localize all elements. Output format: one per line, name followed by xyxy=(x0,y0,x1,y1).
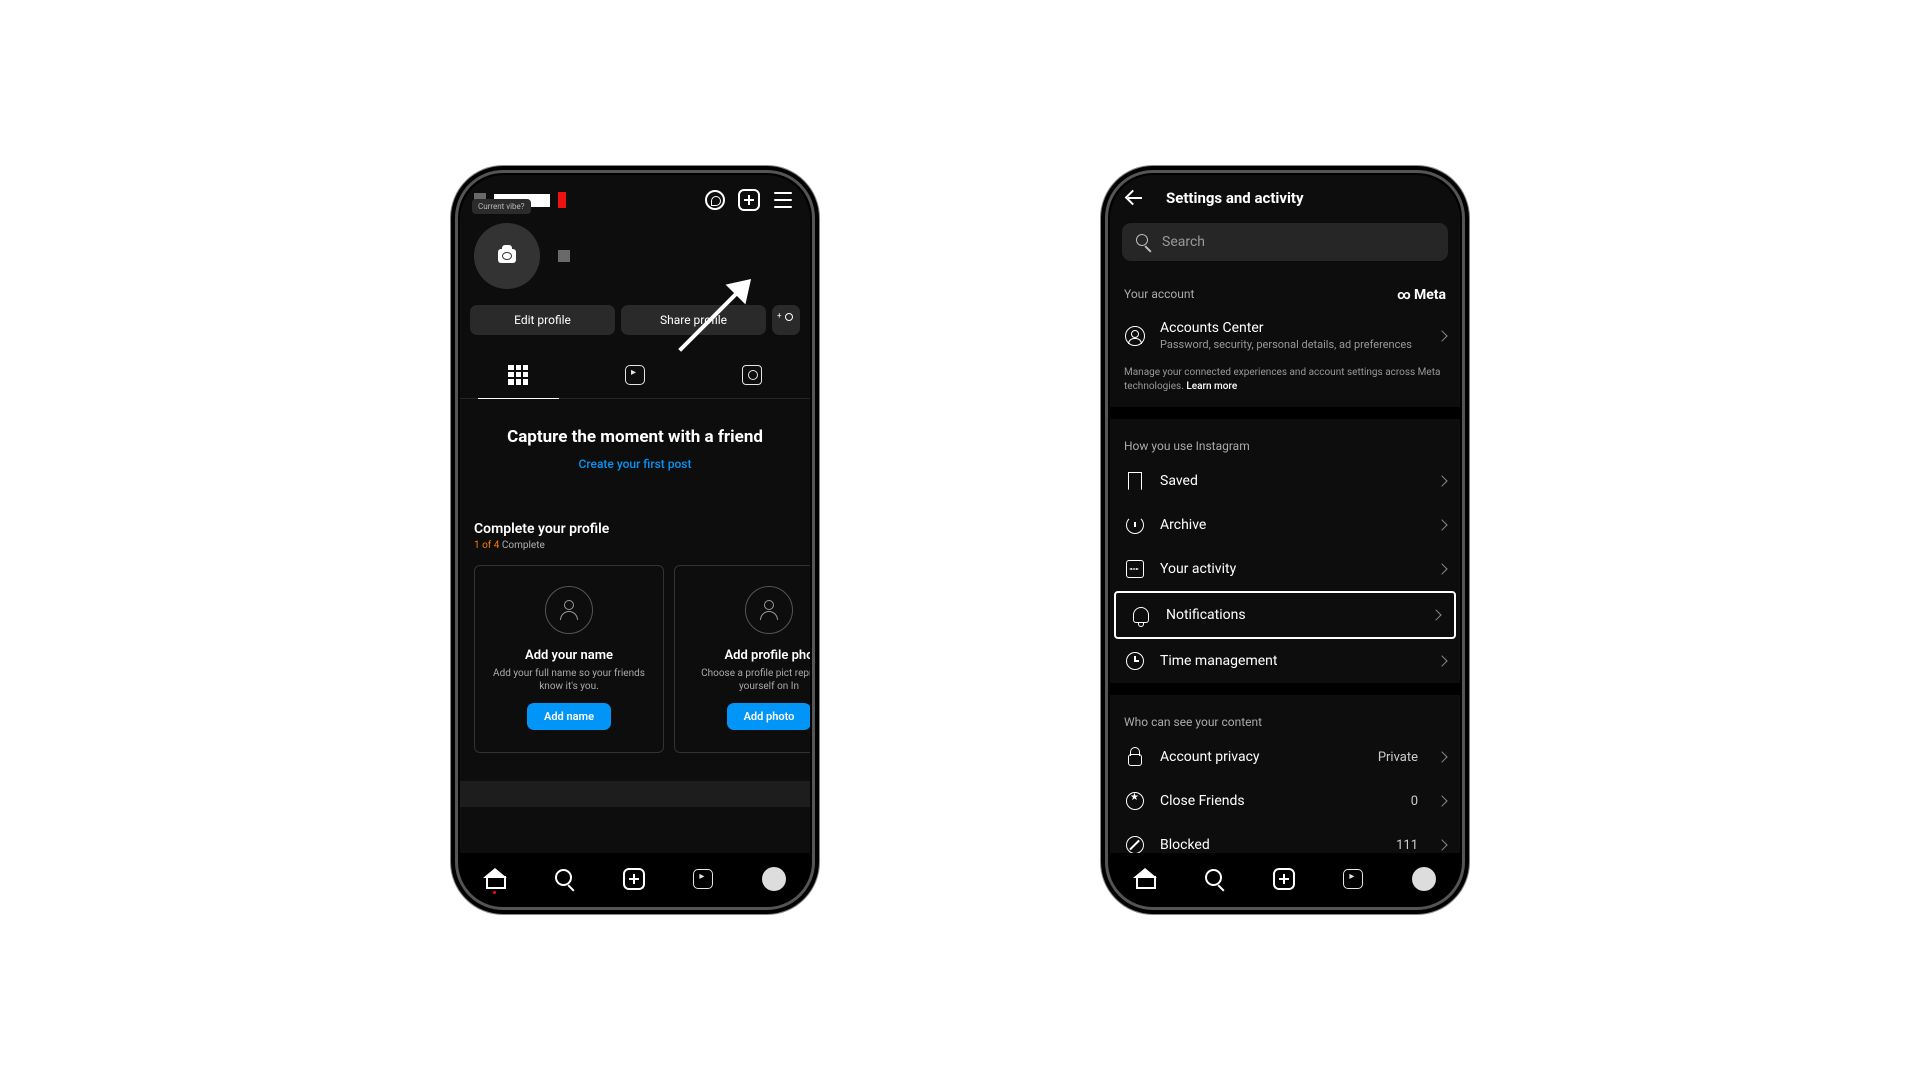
notify-badge xyxy=(558,192,566,208)
chevron-right-icon xyxy=(1436,839,1447,850)
separator-band xyxy=(460,781,810,807)
add-photo-button[interactable]: Add photo xyxy=(727,703,810,730)
card-desc: Add your full name so your friends know … xyxy=(485,667,653,693)
redacted-square xyxy=(558,250,570,262)
bottom-nav xyxy=(460,853,810,905)
star-circle-icon xyxy=(1126,792,1144,810)
learn-more-link[interactable]: Learn more xyxy=(1186,381,1237,392)
search-icon xyxy=(1136,234,1152,250)
threads-icon[interactable] xyxy=(702,187,728,213)
row-saved[interactable]: Saved xyxy=(1110,459,1460,503)
chevron-right-icon xyxy=(1430,609,1441,620)
search-input[interactable]: Search xyxy=(1122,223,1448,261)
nav-search-icon[interactable] xyxy=(555,869,575,889)
add-name-button[interactable]: Add name xyxy=(527,703,611,730)
row-your-activity[interactable]: Your activity xyxy=(1110,547,1460,591)
chevron-right-icon xyxy=(1436,519,1447,530)
card-title: Add profile pho xyxy=(724,648,810,663)
row-title: Accounts Center xyxy=(1160,320,1424,336)
camera-icon xyxy=(498,249,516,263)
empty-state-title: Capture the moment with a friend xyxy=(460,427,810,447)
complete-profile-heading: Complete your profile xyxy=(474,521,796,537)
tab-grid[interactable] xyxy=(460,351,577,398)
nav-new-post-icon[interactable] xyxy=(623,868,645,890)
chevron-right-icon xyxy=(1436,795,1447,806)
chevron-right-icon xyxy=(1436,475,1447,486)
clock-icon xyxy=(1126,652,1144,670)
nav-home-icon[interactable] xyxy=(1134,869,1156,889)
tab-reels[interactable] xyxy=(577,351,694,398)
person-icon xyxy=(759,600,779,620)
lock-icon xyxy=(1128,754,1142,766)
chevron-right-icon xyxy=(1436,330,1447,341)
chevron-right-icon xyxy=(1436,655,1447,666)
story-row: Current vibe? xyxy=(460,221,810,295)
row-archive[interactable]: Archive xyxy=(1110,503,1460,547)
new-post-icon[interactable] xyxy=(736,187,762,213)
accounts-center-hint: Manage your connected experiences and ac… xyxy=(1110,362,1460,407)
row-close-friends[interactable]: Close Friends0 xyxy=(1110,779,1460,823)
nav-reels-icon[interactable] xyxy=(1343,869,1363,889)
settings-header: Settings and activity xyxy=(1110,175,1460,217)
page-title: Settings and activity xyxy=(1166,189,1304,207)
complete-profile-progress: 1 of 4 Complete xyxy=(474,540,796,551)
add-person-icon xyxy=(779,313,793,327)
card-add-photo: Add profile pho Choose a profile pict re… xyxy=(674,565,810,753)
row-subtitle: Password, security, personal details, ad… xyxy=(1160,338,1424,351)
row-accounts-center[interactable]: Accounts Center Password, security, pers… xyxy=(1110,309,1460,362)
chevron-right-icon xyxy=(1436,751,1447,762)
hamburger-menu-icon[interactable] xyxy=(770,187,796,213)
edit-profile-button[interactable]: Edit profile xyxy=(470,305,615,335)
create-first-post-link[interactable]: Create your first post xyxy=(460,457,810,471)
nav-profile-avatar[interactable] xyxy=(1412,867,1436,891)
reels-icon xyxy=(625,365,645,385)
chevron-right-icon xyxy=(1436,563,1447,574)
nav-reels-icon[interactable] xyxy=(693,869,713,889)
profile-tabs xyxy=(460,351,810,399)
tab-tagged[interactable] xyxy=(693,351,810,398)
activity-icon xyxy=(1126,560,1144,578)
card-add-name: Add your name Add your full name so your… xyxy=(474,565,664,753)
person-icon xyxy=(559,600,579,620)
section-your-account: Your account Meta xyxy=(1110,267,1460,309)
row-time-management[interactable]: Time management xyxy=(1110,639,1460,683)
row-notifications[interactable]: Notifications xyxy=(1116,593,1454,637)
nav-new-post-icon[interactable] xyxy=(1273,868,1295,890)
profile-setup-cards: Add your name Add your full name so your… xyxy=(460,551,810,757)
bookmark-icon xyxy=(1128,472,1142,490)
section-who-can-see: Who can see your content xyxy=(1110,695,1460,735)
bottom-nav xyxy=(1110,853,1460,905)
share-profile-button[interactable]: Share profile xyxy=(621,305,766,335)
meta-logo: Meta xyxy=(1397,287,1446,303)
vibe-tooltip: Current vibe? xyxy=(472,199,531,214)
add-story-button[interactable]: Current vibe? xyxy=(474,223,540,289)
tagged-icon xyxy=(742,365,762,385)
card-title: Add your name xyxy=(525,648,613,663)
section-how-you-use: How you use Instagram xyxy=(1110,419,1460,459)
card-desc: Choose a profile pict represent yourself… xyxy=(685,667,810,693)
archive-icon xyxy=(1126,516,1144,534)
account-icon xyxy=(1125,326,1145,346)
profile-header xyxy=(460,175,810,221)
grid-icon xyxy=(508,365,528,385)
nav-search-icon[interactable] xyxy=(1205,869,1225,889)
bell-icon xyxy=(1133,607,1149,623)
search-placeholder: Search xyxy=(1162,234,1205,250)
discover-people-button[interactable] xyxy=(772,305,800,335)
row-account-privacy[interactable]: Account privacyPrivate xyxy=(1110,735,1460,779)
block-icon xyxy=(1126,836,1144,854)
nav-home-icon[interactable] xyxy=(484,869,506,889)
nav-profile-avatar[interactable] xyxy=(762,867,786,891)
back-icon[interactable] xyxy=(1126,191,1144,205)
